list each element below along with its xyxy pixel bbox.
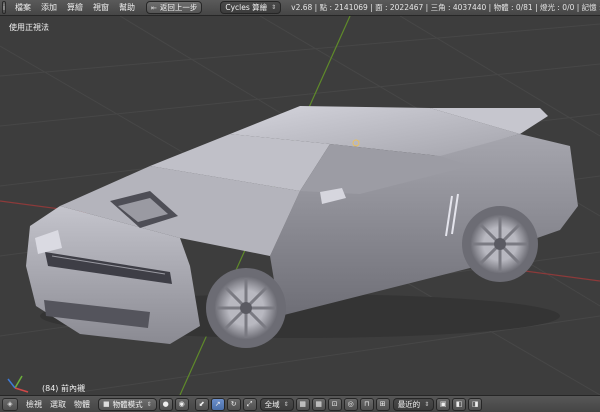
chevron-down-icon: ⇕ (146, 400, 152, 408)
back-to-previous-label: 返回上一步 (159, 3, 198, 12)
back-to-previous-button[interactable]: ⇤ 返回上一步 (145, 1, 203, 14)
menu-object[interactable]: 物體 (70, 399, 94, 410)
chevron-down-icon: ⇕ (424, 400, 430, 408)
mode-dropdown[interactable]: ■ 物體模式 ⇕ (98, 397, 157, 411)
camera-icon[interactable]: ◧ (452, 397, 467, 411)
menu-select[interactable]: 選取 (46, 399, 70, 410)
back-icon: ⇤ (150, 3, 157, 12)
menu-help[interactable]: 幫助 (114, 2, 140, 13)
menu-render[interactable]: 算繪 (62, 2, 88, 13)
3d-view-header: ◈ 檢視 選取 物體 ■ 物體模式 ⇕ ● ◉ ⬋ ↗ ↻ ⤢ 全域 ⇕ ▦ ▦… (0, 395, 600, 412)
menu-window[interactable]: 視窗 (88, 2, 114, 13)
info-header: i 檔案 添加 算繪 視窗 幫助 ⇤ 返回上一步 Cycles 算繪 ⇕ v2.… (0, 0, 600, 16)
menu-file[interactable]: 檔案 (10, 2, 36, 13)
snap-element-icon[interactable]: ⊞ (375, 397, 390, 411)
active-object-info: (84) 前內襯 (42, 384, 85, 393)
snap-target-dropdown[interactable]: 最近的 ⇕ (392, 397, 435, 411)
layer-icon[interactable]: ▦ (295, 397, 310, 411)
translate-manipulator-icon[interactable]: ↗ (210, 397, 225, 411)
viewport-grid (0, 16, 600, 395)
menu-view[interactable]: 檢視 (22, 399, 46, 410)
mode-label: 物體模式 (112, 399, 143, 409)
transform-orientation-label: 全域 (264, 399, 280, 409)
viewport-shading-icon[interactable]: ● (158, 397, 173, 411)
manipulator-toggle-icon[interactable]: ⬋ (194, 397, 209, 411)
snap-icon[interactable]: ⊓ (359, 397, 374, 411)
viewport-projection-label: 使用正視法 (9, 23, 49, 32)
chevron-down-icon: ⇕ (271, 4, 277, 11)
transform-orientation-dropdown[interactable]: 全域 ⇕ (259, 397, 294, 411)
view-menu: 檢視 選取 物體 (22, 399, 94, 410)
pivot-point-icon[interactable]: ◉ (174, 397, 189, 411)
3d-viewport[interactable]: 使用正視法 (84) 前內襯 (0, 16, 600, 395)
snap-target-label: 最近的 (397, 399, 421, 409)
render-engine-label: Cycles 算繪 (225, 3, 268, 12)
scene-statistics: v2.68 | 點 : 2141069 | 面 : 2022467 | 三角 :… (291, 3, 600, 12)
car-model[interactable] (26, 106, 578, 348)
render-icon[interactable]: ◨ (468, 397, 483, 411)
object-mode-icon: ■ (103, 400, 110, 408)
3d-view-icon[interactable]: ◈ (2, 397, 18, 411)
info-editor-icon[interactable]: i (2, 1, 6, 14)
rotate-manipulator-icon[interactable]: ↻ (226, 397, 241, 411)
render-engine-dropdown[interactable]: Cycles 算繪 ⇕ (220, 1, 282, 14)
scale-manipulator-icon[interactable]: ⤢ (242, 397, 257, 411)
axis-gizmo-icon (7, 375, 29, 393)
chevron-down-icon: ⇕ (283, 400, 289, 408)
layer-icon[interactable]: ▦ (311, 397, 326, 411)
lock-icon[interactable]: ⊡ (327, 397, 342, 411)
proportional-edit-icon[interactable]: ◎ (343, 397, 358, 411)
menu-add[interactable]: 添加 (36, 2, 62, 13)
render-preview-icon[interactable]: ▣ (436, 397, 451, 411)
main-menu: 檔案 添加 算繪 視窗 幫助 (10, 2, 140, 13)
